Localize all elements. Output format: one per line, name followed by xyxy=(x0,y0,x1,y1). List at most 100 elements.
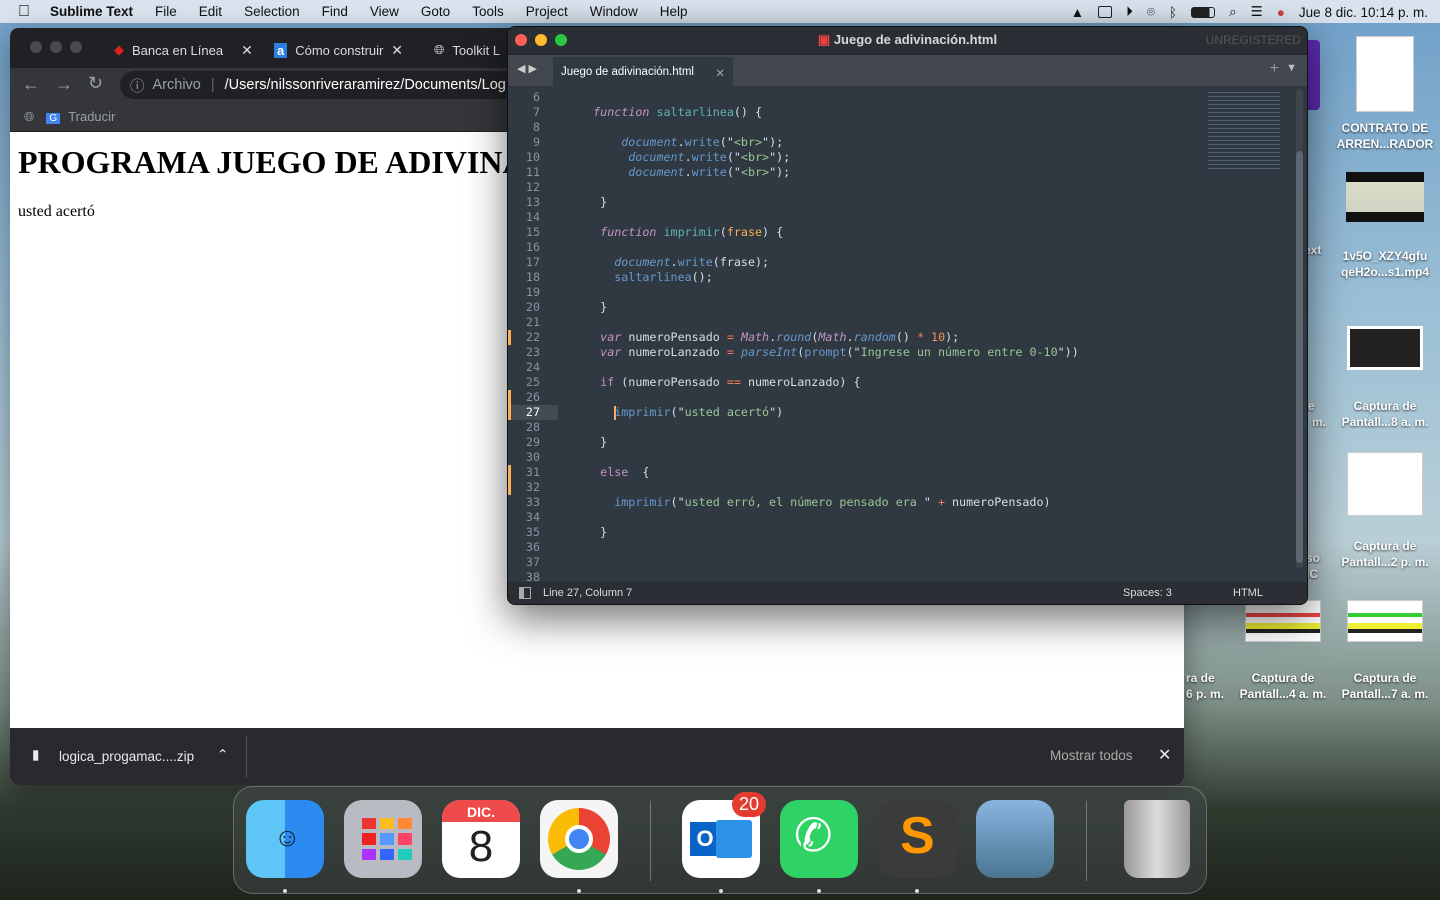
code-line[interactable]: document.write("<br>"); xyxy=(572,135,783,150)
code-token: saltarlinea xyxy=(614,270,692,284)
globe-icon[interactable]: 🌐︎ xyxy=(24,109,34,125)
code-token: imprimir xyxy=(614,405,671,419)
menu-file[interactable]: File xyxy=(155,4,177,19)
code-line[interactable]: document.write("<br>"); xyxy=(572,150,790,165)
minimize-window-button[interactable] xyxy=(535,34,547,46)
menu-tools[interactable]: Tools xyxy=(472,4,504,19)
zoom-window-button[interactable] xyxy=(70,41,82,53)
code-line[interactable]: } xyxy=(572,525,607,540)
code-line[interactable]: else { xyxy=(572,465,649,480)
dock-sublime-text[interactable]: S xyxy=(878,800,956,878)
code-editor[interactable]: 67 function saltarlinea() {8 9 document.w… xyxy=(508,86,1307,584)
show-all-button[interactable]: Mostrar todos xyxy=(1050,748,1133,763)
menu-find[interactable]: Find xyxy=(322,4,348,19)
control-center-icon[interactable]: ☰ xyxy=(1251,4,1263,20)
bluetooth-icon[interactable]: ᛒ xyxy=(1169,5,1177,20)
line-number: 9 xyxy=(532,135,540,149)
sidebar-toggle-icon[interactable] xyxy=(519,587,531,599)
apple-icon[interactable]:  xyxy=(18,3,30,21)
menu-edit[interactable]: Edit xyxy=(199,4,222,19)
code-line[interactable]: imprimir("usted erró, el número pensado … xyxy=(572,495,1050,510)
desktop-icon-captura-3[interactable]: Captura de Pantall...4 a. m. xyxy=(1233,600,1333,702)
battery-icon[interactable] xyxy=(1191,6,1216,18)
code-line[interactable]: } xyxy=(572,195,607,210)
syntax-setting[interactable]: HTML xyxy=(1233,582,1263,604)
clock[interactable]: Jue 8 dic. 10:14 p. m. xyxy=(1299,5,1428,20)
vlc-icon[interactable]: ▲ xyxy=(1071,5,1084,20)
scrollbar-thumb[interactable] xyxy=(1296,151,1303,563)
code-line[interactable]: document.write(frase); xyxy=(572,255,769,270)
dock-trash[interactable] xyxy=(1124,800,1190,878)
desktop-icon-video[interactable]: 1v5O_XZY4gfu qeH2o...s1.mp4 xyxy=(1335,172,1435,280)
code-line[interactable]: imprimir("usted acertó") xyxy=(572,405,783,420)
menu-project[interactable]: Project xyxy=(526,4,568,19)
menu-selection[interactable]: Selection xyxy=(244,4,300,19)
forward-icon[interactable]: → xyxy=(55,74,73,95)
close-tab-icon[interactable]: ✕ xyxy=(391,42,403,59)
desktop-partial-label: m. xyxy=(1312,415,1327,429)
code-line[interactable]: var numeroLanzado = parseInt(prompt("Ing… xyxy=(572,345,1079,360)
desktop-partial-label: e xyxy=(1308,399,1315,413)
dock-calendar[interactable]: DIC. 8 xyxy=(442,800,520,878)
close-window-button[interactable] xyxy=(515,34,527,46)
download-bar: ▮ logica_progamac....zip ⌃ Mostrar todos… xyxy=(10,728,1184,785)
close-tab-icon[interactable]: ✕ xyxy=(241,42,253,59)
desktop-icon-captura-2[interactable]: Captura de Pantall...2 p. m. xyxy=(1335,452,1435,570)
indentation-setting[interactable]: Spaces: 3 xyxy=(1123,582,1172,604)
minimize-window-button[interactable] xyxy=(50,41,62,53)
menu-help[interactable]: Help xyxy=(660,4,688,19)
bookmark-traducir[interactable]: G Traducir xyxy=(46,109,115,124)
html-file-icon: ▣ xyxy=(817,32,831,47)
chevron-up-icon[interactable]: ⌃ xyxy=(217,747,228,763)
menu-window[interactable]: Window xyxy=(590,4,638,19)
scrollbar-track[interactable] xyxy=(1296,89,1303,569)
reload-icon[interactable]: ↻ xyxy=(88,73,103,94)
desktop-icon-captura-4[interactable]: Captura de Pantall...7 a. m. xyxy=(1335,600,1435,702)
code-line[interactable]: var numeroPensado = Math.round(Math.rand… xyxy=(572,330,959,345)
minimap[interactable] xyxy=(1208,89,1280,169)
siri-icon[interactable]: ● xyxy=(1277,5,1285,20)
close-window-button[interactable] xyxy=(30,41,42,53)
code-line[interactable]: function saltarlinea() { xyxy=(572,105,762,120)
tab-dropdown-icon[interactable]: ▼ xyxy=(1286,62,1297,74)
dock-whatsapp[interactable]: ✆ xyxy=(780,800,858,878)
info-icon: ⓘ xyxy=(130,78,145,95)
code-line[interactable]: if (numeroPensado == numeroLanzado) { xyxy=(572,375,860,390)
new-tab-icon[interactable]: + xyxy=(1270,60,1279,78)
menu-view[interactable]: View xyxy=(370,4,399,19)
code-token: } xyxy=(572,300,608,314)
dock-chrome[interactable] xyxy=(540,800,618,878)
keyboard-icon[interactable] xyxy=(1098,6,1113,18)
chrome-tab-como[interactable]: a Cómo construir u ✕ xyxy=(274,38,419,62)
editor-tab[interactable]: Juego de adivinación.html ✕ xyxy=(553,57,733,87)
dock-preview[interactable] xyxy=(976,800,1054,878)
desktop-icon-captura-1[interactable]: Captura de Pantall...8 a. m. xyxy=(1335,326,1435,430)
scheme-label: Archivo xyxy=(152,77,201,93)
download-item[interactable]: logica_progamac....zip xyxy=(59,749,194,764)
dock-launchpad[interactable] xyxy=(344,800,422,878)
code-line[interactable]: function imprimir(frase) { xyxy=(572,225,783,240)
dock-outlook[interactable]: O 20 xyxy=(682,792,767,878)
zoom-window-button[interactable] xyxy=(555,34,567,46)
menu-goto[interactable]: Goto xyxy=(421,4,450,19)
tab-nav-arrows-icon[interactable]: ◀ ▶ xyxy=(517,62,537,75)
chrome-tab-banca[interactable]: ◆ Banca en Línea ✕ xyxy=(114,38,264,62)
menu-app-name[interactable]: Sublime Text xyxy=(50,4,133,19)
airdrop-icon[interactable]: ⌾ xyxy=(1147,4,1155,20)
chrome-tab-toolkit[interactable]: 🌐︎ Toolkit L xyxy=(434,38,514,62)
code-line[interactable]: saltarlinea(); xyxy=(572,270,713,285)
code-line[interactable]: document.write("<br>"); xyxy=(572,165,790,180)
code-token: Ingrese un número entre 0-10 xyxy=(860,345,1058,359)
desktop-icon-contrato[interactable]: CONTRATO DE ARREN...RADOR xyxy=(1335,36,1435,152)
dock-finder[interactable]: ☺ xyxy=(246,800,324,878)
tab-label: Juego de adivinación.html xyxy=(561,66,694,78)
code-line[interactable]: } xyxy=(572,435,607,450)
play-icon[interactable]: ⏵ xyxy=(1126,4,1133,20)
close-tab-icon[interactable]: ✕ xyxy=(715,66,725,80)
close-download-bar-icon[interactable]: ✕ xyxy=(1158,745,1171,765)
code-line[interactable]: } xyxy=(572,300,607,315)
back-icon[interactable]: ← xyxy=(22,74,40,95)
search-icon[interactable]: ⌕ xyxy=(1229,4,1237,20)
